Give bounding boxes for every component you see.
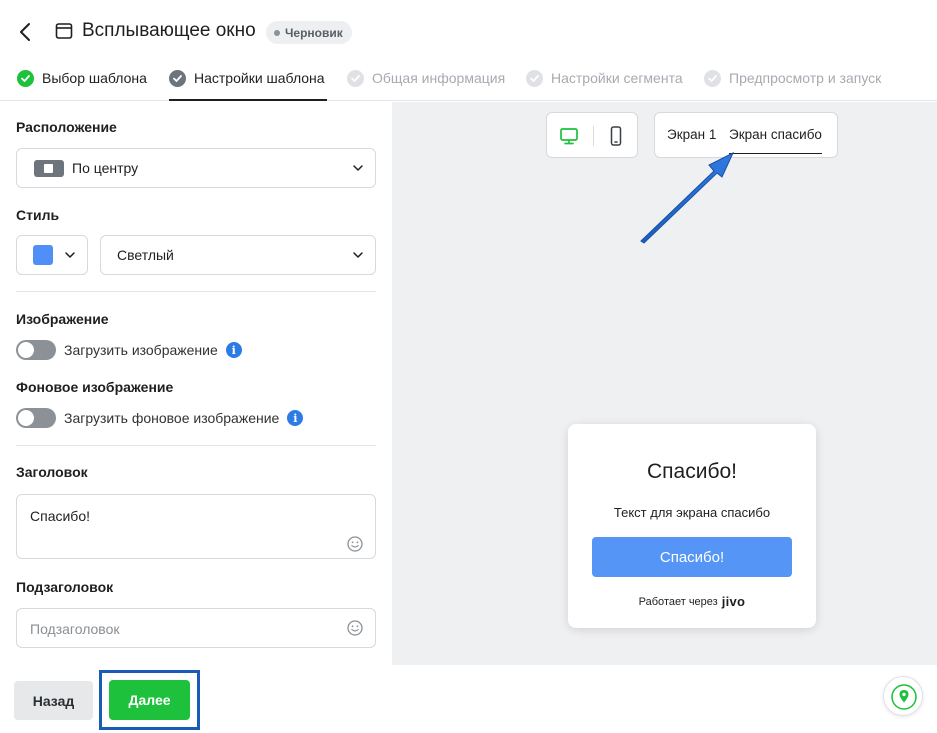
mobile-icon[interactable]: [605, 125, 627, 147]
step-label: Настройки шаблона: [194, 70, 325, 86]
heading-label: Заголовок: [16, 464, 88, 480]
bg-image-upload-toggle-row[interactable]: Загрузить фоновое изображение i: [16, 408, 304, 428]
powered-by: Работает через jivo: [568, 594, 816, 609]
back-arrow-icon[interactable]: [14, 20, 38, 44]
step-label: Выбор шаблона: [42, 70, 147, 86]
next-button[interactable]: Далее: [109, 680, 190, 720]
info-icon[interactable]: i: [287, 410, 304, 426]
check-circle-icon: [17, 70, 34, 87]
bg-image-upload-toggle-label: Загрузить фоновое изображение: [64, 410, 280, 426]
preview-area: Экран 1 Экран спасибо Спасибо! Текст для…: [392, 102, 937, 665]
heading-input-value: Спасибо!: [30, 508, 90, 524]
center-position-icon: [34, 159, 64, 177]
page-header: Всплывающее окно Черновик: [0, 0, 937, 62]
step-general-info[interactable]: Общая информация: [347, 70, 505, 101]
popup-title: Спасибо!: [647, 460, 737, 483]
step-label: Настройки сегмента: [551, 70, 683, 86]
step-template-choice[interactable]: Выбор шаблона: [17, 70, 147, 101]
position-select[interactable]: По центру: [16, 148, 376, 188]
style-theme-value: Светлый: [117, 247, 174, 263]
tab-screen-thanks[interactable]: Экран спасибо: [729, 127, 822, 154]
heading-input[interactable]: Спасибо!: [16, 494, 376, 559]
tab-screen-1[interactable]: Экран 1: [667, 127, 716, 142]
screen-tabs: Экран 1 Экран спасибо: [654, 112, 838, 158]
bg-image-upload-toggle[interactable]: [16, 408, 56, 428]
popup-preview-card: Спасибо! Текст для экрана спасибо Спасиб…: [568, 424, 816, 628]
step-preview-launch[interactable]: Предпросмотр и запуск: [704, 70, 881, 101]
desktop-icon[interactable]: [558, 125, 580, 147]
check-circle-icon: [526, 70, 543, 87]
bg-image-label: Фоновое изображение: [16, 379, 174, 395]
image-upload-toggle[interactable]: [16, 340, 56, 360]
powered-by-text: Работает через: [638, 595, 718, 608]
position-label: Расположение: [16, 119, 117, 135]
emoji-icon[interactable]: [347, 536, 363, 552]
subheading-input[interactable]: Подзаголовок: [16, 608, 376, 648]
chevron-down-icon: [65, 252, 75, 258]
image-label: Изображение: [16, 311, 109, 327]
page-title: Всплывающее окно: [82, 20, 256, 41]
check-circle-icon: [704, 70, 721, 87]
subheading-label: Подзаголовок: [16, 579, 114, 595]
chevron-down-icon: [353, 252, 363, 258]
divider: [16, 291, 376, 292]
position-value: По центру: [72, 160, 139, 176]
style-theme-select[interactable]: Светлый: [100, 235, 376, 275]
image-upload-toggle-row[interactable]: Загрузить изображение i: [16, 340, 242, 360]
browser-window-icon: [55, 23, 73, 39]
color-swatch: [33, 245, 53, 265]
emoji-icon[interactable]: [347, 620, 363, 636]
wizard-steps: Выбор шаблона Настройки шаблона Общая ин…: [0, 62, 937, 101]
back-button[interactable]: Назад: [14, 681, 93, 720]
step-template-settings[interactable]: Настройки шаблона: [169, 70, 327, 101]
check-circle-icon: [169, 70, 186, 87]
status-badge-label: Черновик: [285, 25, 343, 40]
device-toggle: [546, 112, 638, 158]
help-widget-button[interactable]: [883, 676, 923, 716]
status-badge: Черновик: [266, 21, 352, 44]
step-label: Предпросмотр и запуск: [729, 70, 882, 86]
info-icon[interactable]: i: [225, 342, 242, 358]
style-label: Стиль: [16, 207, 60, 223]
divider: [16, 445, 376, 446]
popup-text: Текст для экрана спасибо: [613, 505, 771, 520]
device-toggle-separator: [593, 126, 594, 146]
step-segment-settings[interactable]: Настройки сегмента: [526, 70, 683, 101]
image-upload-toggle-label: Загрузить изображение: [64, 342, 218, 358]
map-pin-icon: [891, 684, 917, 710]
popup-button[interactable]: Спасибо!: [592, 537, 792, 577]
color-picker[interactable]: [16, 235, 88, 275]
step-label: Общая информация: [372, 70, 506, 86]
settings-panel: Расположение По центру Стиль Светлый Изо…: [0, 102, 392, 665]
status-dot: [274, 29, 280, 36]
check-circle-icon: [347, 70, 364, 87]
jivo-logo: jivo: [721, 594, 746, 609]
subheading-input-placeholder: Подзаголовок: [30, 621, 120, 637]
chevron-down-icon: [353, 165, 363, 171]
